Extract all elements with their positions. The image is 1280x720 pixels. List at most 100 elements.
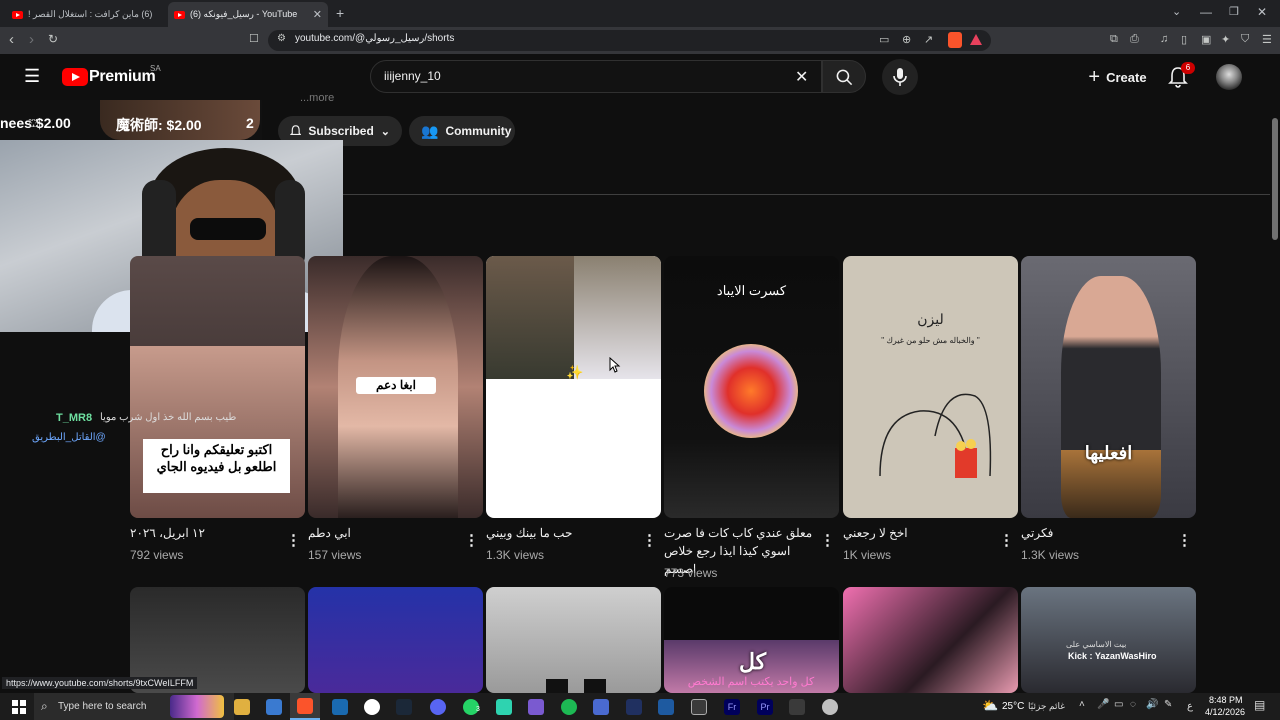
avatar[interactable]	[1216, 64, 1242, 90]
forward-icon[interactable]: ›	[29, 31, 34, 48]
close-tab-icon[interactable]: ✕	[313, 8, 322, 21]
chat-message: طيب بسم الله خذ اول شرب مويا	[100, 412, 237, 423]
microsoft-store-icon[interactable]	[266, 699, 282, 715]
community-button[interactable]: 👥 Community	[409, 116, 515, 146]
app-icon-8[interactable]	[789, 699, 805, 715]
bookmark-icon[interactable]: ☐	[249, 32, 259, 45]
app-icon-7[interactable]	[691, 699, 707, 715]
more-options-icon[interactable]: ⋮	[999, 531, 1014, 549]
cast-icon[interactable]: ▭	[879, 33, 889, 46]
app-icon-6[interactable]	[658, 699, 674, 715]
taskbar-search-box[interactable]: ⌕ Type here to search	[34, 693, 234, 720]
app-icon-4[interactable]	[593, 699, 609, 715]
weather-icon[interactable]: ⛅	[982, 698, 998, 714]
obs-icon[interactable]	[364, 699, 380, 715]
wifi-icon[interactable]: ◌	[1130, 699, 1136, 710]
search-button[interactable]	[822, 60, 866, 93]
extensions-icon[interactable]: ⧉	[1110, 33, 1118, 46]
short-title[interactable]: اخخ لا رجعني	[843, 524, 993, 542]
sidebar-icon[interactable]: ▯	[1181, 33, 1187, 46]
youtube-logo-icon[interactable]	[62, 68, 88, 86]
more-options-icon[interactable]: ⋮	[1177, 531, 1192, 549]
short-thumbnail[interactable]	[486, 587, 661, 693]
wallet-icon[interactable]: ▣	[1201, 33, 1211, 46]
discord-icon[interactable]	[430, 699, 446, 715]
chat-sub-name: القاتل_البطريق@	[32, 432, 106, 443]
short-thumbnail[interactable]: كسرت الايباد	[664, 256, 839, 518]
app-icon-3[interactable]	[528, 699, 544, 715]
network-icon[interactable]: ▭	[1114, 699, 1123, 710]
more-options-icon[interactable]: ⋮	[464, 531, 479, 549]
leo-ai-icon[interactable]: ✦	[1221, 33, 1230, 46]
clock-date[interactable]: 4/12/2026	[1205, 707, 1245, 717]
clock-time[interactable]: 8:48 PM	[1209, 695, 1243, 705]
app-icon-9[interactable]	[822, 699, 838, 715]
search-field[interactable]: iiijenny_10 ✕	[370, 60, 822, 93]
vpn-icon[interactable]: ⛉	[1241, 33, 1249, 46]
file-explorer-icon[interactable]	[234, 699, 250, 715]
premiere-pro-icon[interactable]: Pr	[757, 699, 773, 715]
short-thumbnail[interactable]	[843, 587, 1018, 693]
minimize-icon[interactable]: —	[1200, 5, 1212, 19]
premium-wordmark[interactable]: Premium	[89, 68, 156, 86]
close-window-icon[interactable]: ✕	[1257, 5, 1267, 19]
tray-chevron-icon[interactable]: ˄	[1079, 699, 1085, 710]
heart-sticker-image	[704, 344, 798, 438]
tab-search-chevron-icon[interactable]: ⌄	[1172, 5, 1181, 18]
short-thumbnail[interactable]: ليزن " والخباله مش حلو من غيرك "	[843, 256, 1018, 518]
screenshot-icon[interactable]: ⎙	[1130, 33, 1139, 46]
short-title[interactable]: حب ما بينك وبيني	[486, 524, 636, 542]
short-thumbnail[interactable]: كل كل واحد يكتب اسم الشخص	[664, 587, 839, 693]
search-input[interactable]: iiijenny_10	[384, 69, 441, 83]
input-language[interactable]: ع	[1187, 701, 1193, 712]
short-thumbnail[interactable]: افعليها	[1021, 256, 1196, 518]
volume-icon[interactable]: 🔊	[1146, 699, 1158, 710]
more-options-icon[interactable]: ⋮	[820, 531, 835, 549]
new-tab-button[interactable]: +	[336, 5, 344, 21]
mic-tray-icon[interactable]: 🎤	[1097, 699, 1109, 710]
reload-icon[interactable]: ↻	[48, 32, 58, 46]
short-thumbnail[interactable]	[308, 587, 483, 693]
scrollbar-thumb[interactable]	[1272, 118, 1278, 240]
ticker-number: 2	[246, 115, 254, 131]
chevron-down-icon: ⌄	[380, 125, 390, 138]
mouse-cursor-icon	[609, 357, 621, 373]
short-thumbnail[interactable]: ابغا دعم	[308, 256, 483, 518]
voice-search-button[interactable]	[882, 59, 918, 95]
more-options-icon[interactable]: ⋮	[642, 531, 657, 549]
short-title[interactable]: فكرتي	[1021, 524, 1171, 542]
scrollbar-track[interactable]	[1270, 100, 1280, 693]
brave-taskbar-active[interactable]	[290, 693, 320, 720]
app-icon-1[interactable]	[332, 699, 348, 715]
app-icon-5[interactable]	[626, 699, 642, 715]
short-thumbnail[interactable]: بيت الاساسي على Kick : YazanWasHiro	[1021, 587, 1196, 693]
pen-icon[interactable]: ✎	[1164, 699, 1172, 710]
short-thumbnail[interactable]: ✨	[486, 256, 661, 518]
short-title[interactable]: ابي دطم	[308, 524, 458, 542]
browser-tab-minecraft[interactable]: (6) ماين كرافت : استغلال القصر !	[6, 2, 164, 27]
app-icon-2[interactable]	[496, 699, 512, 715]
clear-search-icon[interactable]: ✕	[795, 67, 808, 87]
site-info-icon[interactable]: ⚙	[277, 33, 286, 44]
brave-rewards-icon[interactable]	[970, 34, 982, 45]
share-icon[interactable]: ↗	[924, 33, 933, 46]
spotify-icon[interactable]	[561, 699, 577, 715]
plus-icon: +	[1088, 65, 1101, 88]
zoom-icon[interactable]: ⊕	[902, 33, 911, 46]
create-button[interactable]: + Create	[1080, 60, 1155, 94]
short-title[interactable]: ١٢ ابريل، ٢٠٢٦	[130, 524, 280, 542]
hamburger-menu-icon[interactable]: ☰	[24, 66, 40, 87]
short-thumbnail[interactable]: اكتبو تعليقكم وانا راح اطلعو بل فيديوه ا…	[130, 256, 305, 518]
media-icon[interactable]: ♫	[1160, 33, 1168, 45]
more-options-icon[interactable]: ⋮	[286, 531, 301, 549]
premiere-rush-icon[interactable]: Fr	[724, 699, 740, 715]
menu-icon[interactable]: ☰	[1262, 33, 1272, 46]
restore-icon[interactable]: ❐	[1229, 5, 1239, 18]
browser-tab-active[interactable]: (6) رسيل_فيونكه - YouTube ✕	[168, 2, 328, 27]
notifications-button[interactable]: 6	[1168, 62, 1195, 93]
steam-icon[interactable]	[396, 699, 412, 715]
windows-start-icon[interactable]	[12, 700, 26, 714]
brave-shield-icon[interactable]	[948, 32, 962, 48]
notification-center-icon[interactable]: ▤	[1254, 698, 1265, 712]
back-icon[interactable]: ‹	[9, 31, 14, 48]
